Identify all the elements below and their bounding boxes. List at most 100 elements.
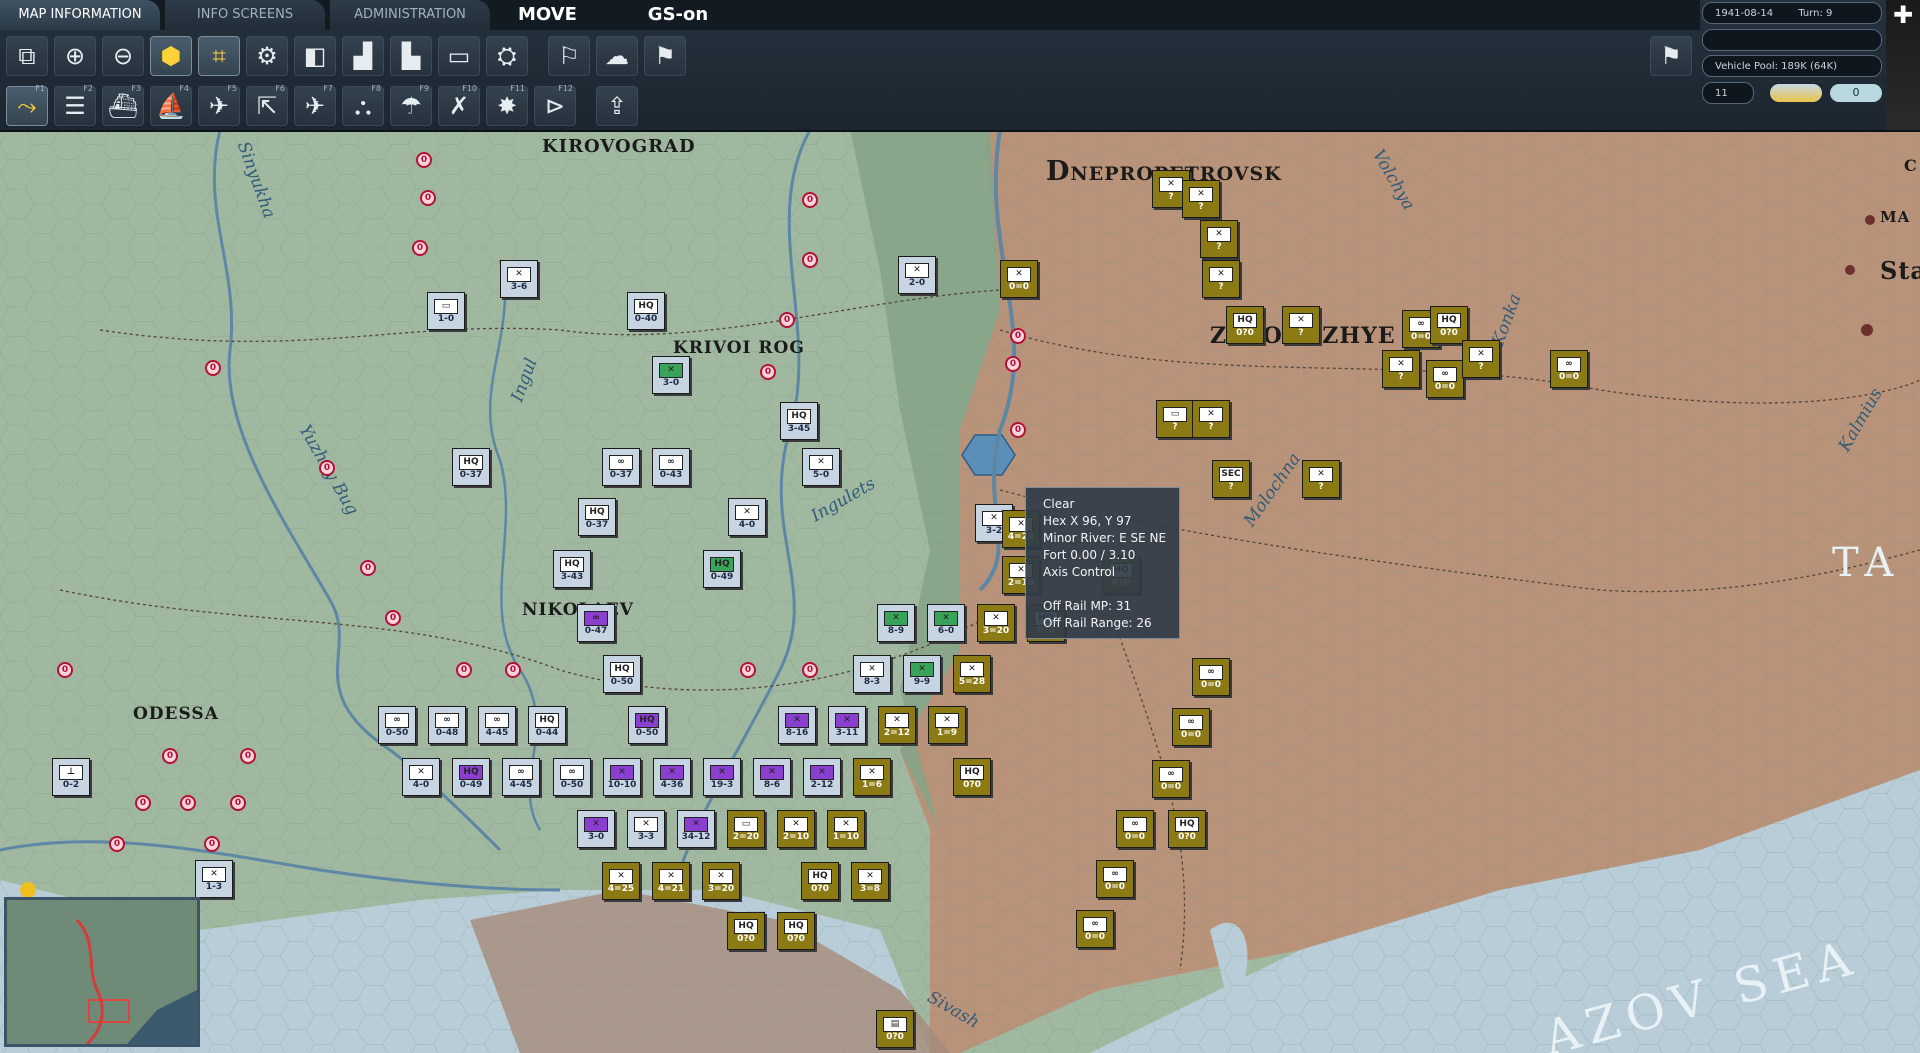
- unit-counter[interactable]: ▭ 1-0: [427, 292, 465, 330]
- unit-counter[interactable]: ∞ 0=0: [1152, 760, 1190, 798]
- ship-icon[interactable]: ⛴ F3: [102, 84, 144, 126]
- unit-counter[interactable]: ✕ 8-6: [753, 758, 791, 796]
- hex-map[interactable]: KIROVOGRAD Dnepropetrovsk ZAPOROZHYE KRI…: [0, 130, 1920, 1053]
- settings-gear-icon[interactable]: ⚙: [246, 36, 288, 76]
- airfield-icon[interactable]: ⛬ F8: [342, 84, 384, 126]
- rail-icon[interactable]: ☰ F2: [54, 84, 96, 126]
- unit-counter[interactable]: HQ0?0: [953, 758, 991, 796]
- unit-counter[interactable]: HQ 0-50: [603, 655, 641, 693]
- minimap[interactable]: [4, 897, 200, 1047]
- unit-counter[interactable]: HQ0?0: [727, 912, 765, 950]
- unit-counter[interactable]: ✕ 4=21: [652, 862, 690, 900]
- frame-icon[interactable]: ⌗: [198, 36, 240, 76]
- unit-counter[interactable]: ✕?: [1200, 220, 1238, 258]
- tab-gs-on[interactable]: GS-on: [628, 0, 728, 30]
- alert-count-badge[interactable]: 0: [1830, 84, 1882, 102]
- bombing-icon[interactable]: ✗ F10: [438, 84, 480, 126]
- unit-counter[interactable]: ✕ 8-9: [877, 604, 915, 642]
- unit-counter[interactable]: ✕ 5-0: [802, 448, 840, 486]
- unit-counter[interactable]: ∞ 0=0: [1426, 360, 1464, 398]
- gear-frame-icon[interactable]: ⛭: [486, 36, 528, 76]
- unit-counter[interactable]: ✕ 3-0: [577, 810, 615, 848]
- unit-counter[interactable]: ✕ 1-3: [195, 860, 233, 898]
- unit-counter[interactable]: ✕ 19-3: [703, 758, 741, 796]
- unit-counter[interactable]: ⊥ 0-2: [52, 758, 90, 796]
- unit-counter[interactable]: ✕ 4=25: [602, 862, 640, 900]
- zoom-in-icon[interactable]: ⊕: [54, 36, 96, 76]
- interdiction-icon[interactable]: ⊳ F12: [534, 84, 576, 126]
- unit-counter[interactable]: ▭?: [1156, 400, 1194, 438]
- unit-counter[interactable]: HQ0?0: [1430, 306, 1468, 344]
- unit-counter[interactable]: SEC?: [1212, 460, 1250, 498]
- move-path-icon[interactable]: ⤳ F1: [6, 84, 48, 126]
- unit-counter[interactable]: ✕?: [1182, 180, 1220, 218]
- unit-counter[interactable]: ▭ 2=20: [727, 810, 765, 848]
- tab-info-screens[interactable]: INFO SCREENS: [165, 0, 325, 30]
- unit-counter[interactable]: ∞ 0=0: [1096, 860, 1134, 898]
- unit-counter[interactable]: ∞ 0-37: [602, 448, 640, 486]
- unit-counter[interactable]: ∞ 0-50: [553, 758, 591, 796]
- tab-map-information[interactable]: MAP INFORMATION: [0, 0, 160, 30]
- unit-counter[interactable]: ✕ 1=9: [928, 706, 966, 744]
- unit-counter[interactable]: ✕?: [1282, 306, 1320, 344]
- unit-counter[interactable]: ✕ 3=20: [702, 862, 740, 900]
- zoom-out-icon[interactable]: ⊖: [102, 36, 144, 76]
- paradrop-icon[interactable]: ☂ F9: [390, 84, 432, 126]
- unit-counter[interactable]: HQ 0-49: [703, 550, 741, 588]
- unit-counter[interactable]: HQ0?0: [1168, 810, 1206, 848]
- weather-icon[interactable]: ☁: [596, 36, 638, 76]
- flag-icon[interactable]: ⚑: [644, 36, 686, 76]
- end-turn-flag-icon[interactable]: ⚑: [1650, 36, 1692, 76]
- unit-counter[interactable]: ▤ 0?0: [876, 1010, 914, 1048]
- unit-counter[interactable]: ∞ 0-50: [378, 706, 416, 744]
- unit-counter[interactable]: HQ 0-50: [628, 706, 666, 744]
- unit-counter[interactable]: ✕?: [1382, 350, 1420, 388]
- layers-icon[interactable]: ⧉: [6, 36, 48, 76]
- unit-counter[interactable]: ∞ 0=0: [1550, 350, 1588, 388]
- unit-counter[interactable]: HQ0?0: [801, 862, 839, 900]
- unit-counter[interactable]: ✕ 3-3: [627, 810, 665, 848]
- upload-icon[interactable]: ⇪: [596, 86, 638, 126]
- unit-counter[interactable]: ∞ 0=0: [1076, 910, 1114, 948]
- naval-transport-icon[interactable]: ⛵ F4: [150, 84, 192, 126]
- unit-shape-icon[interactable]: ◧: [294, 36, 336, 76]
- unit-counter[interactable]: HQ 0-49: [452, 758, 490, 796]
- unit-counter[interactable]: ✕ 2-0: [898, 256, 936, 294]
- unit-counter[interactable]: ✕?: [1202, 260, 1240, 298]
- unit-counter[interactable]: ✕ 1=6: [853, 758, 891, 796]
- unit-counter[interactable]: ✕ 6-0: [927, 604, 965, 642]
- rectangle-icon[interactable]: ▭: [438, 36, 480, 76]
- unit-counter[interactable]: ∞ 4-45: [502, 758, 540, 796]
- unit-counter[interactable]: ✕ 10-10: [603, 758, 641, 796]
- unit-counter[interactable]: HQ0?0: [1226, 306, 1264, 344]
- unit-counter[interactable]: ✕ 0=0: [1000, 260, 1038, 298]
- unit-counter[interactable]: ✕ 3=8: [851, 862, 889, 900]
- unit-counter[interactable]: HQ 0-40: [627, 292, 665, 330]
- hex-grid-icon[interactable]: ⬢: [150, 36, 192, 76]
- unit-counter[interactable]: ∞ 4-45: [478, 706, 516, 744]
- unit-counter[interactable]: ✕ 3-11: [828, 706, 866, 744]
- air-strike-icon[interactable]: ✈ F7: [294, 84, 336, 126]
- unit-counter[interactable]: ∞ 0-47: [577, 604, 615, 642]
- unit-counter[interactable]: ∞ 0=0: [1172, 708, 1210, 746]
- unit-counter[interactable]: ✕ 4-36: [653, 758, 691, 796]
- unit-counter[interactable]: ✕ 3-6: [500, 260, 538, 298]
- unit-counter[interactable]: ✕ 1=10: [827, 810, 865, 848]
- stack-icon[interactable]: ▟: [342, 36, 384, 76]
- unit-counter[interactable]: ✕?: [1302, 460, 1340, 498]
- weather-bar[interactable]: [1770, 84, 1822, 102]
- unit-counter[interactable]: ✕ 9-9: [903, 655, 941, 693]
- unit-counter[interactable]: HQ 3-45: [780, 402, 818, 440]
- unit-counter[interactable]: ∞ 0=0: [1116, 810, 1154, 848]
- factory-icon[interactable]: ▙: [390, 36, 432, 76]
- unit-counter[interactable]: ✕ 2=10: [777, 810, 815, 848]
- unit-counter[interactable]: ✕ 5=28: [953, 655, 991, 693]
- unit-counter[interactable]: HQ 3-43: [553, 550, 591, 588]
- unit-counter[interactable]: ∞ 0=0: [1192, 658, 1230, 696]
- unit-counter[interactable]: HQ 0-44: [528, 706, 566, 744]
- air-transfer-icon[interactable]: ⇱ F6: [246, 84, 288, 126]
- flag-end-icon[interactable]: ⚐: [548, 36, 590, 76]
- unit-counter[interactable]: ∞ 0-43: [652, 448, 690, 486]
- explosion-icon[interactable]: ✸ F11: [486, 84, 528, 126]
- unit-counter[interactable]: HQ 0-37: [452, 448, 490, 486]
